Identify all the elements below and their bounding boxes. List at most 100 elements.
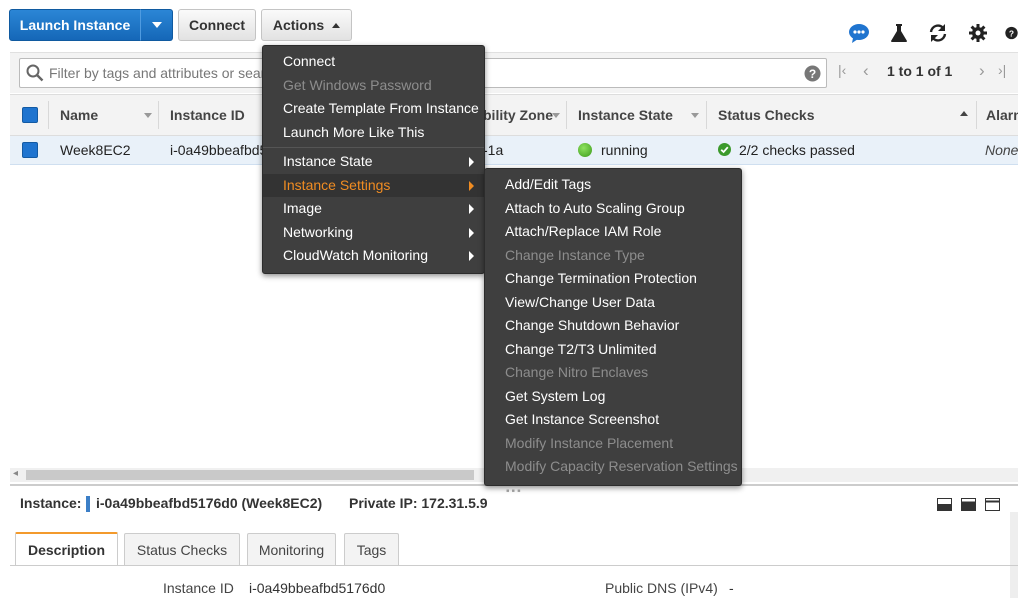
submenu-item-change-instance-type: Change Instance Type	[485, 244, 741, 267]
menu-item-label: Connect	[283, 53, 336, 69]
actions-menu: Connect Get Windows Password Create Temp…	[262, 45, 485, 274]
menu-item-get-windows-password: Get Windows Password	[263, 74, 484, 97]
submenu-item-instance-screenshot[interactable]: Get Instance Screenshot	[485, 408, 741, 431]
cell-alarm: None	[985, 142, 1018, 158]
svg-text:?: ?	[1009, 28, 1014, 38]
tab-label: Status Checks	[136, 541, 228, 558]
column-instance-state[interactable]: Instance State	[578, 107, 673, 123]
row-checkbox[interactable]	[22, 142, 38, 158]
vertical-scrollbar[interactable]	[1010, 512, 1018, 598]
menu-item-instance-state[interactable]: Instance State	[263, 150, 484, 173]
menu-item-label: Launch More Like This	[283, 124, 425, 140]
submenu-item-termination-protection[interactable]: Change Termination Protection	[485, 267, 741, 290]
tab-label: Monitoring	[258, 541, 325, 558]
submenu-item-nitro-enclaves: Change Nitro Enclaves	[485, 361, 741, 384]
column-instance-id[interactable]: Instance ID	[170, 107, 245, 123]
chevron-down-icon	[151, 22, 162, 28]
tab-status-checks[interactable]: Status Checks	[124, 533, 240, 565]
cell-name: Week8EC2	[60, 142, 131, 158]
sort-icon[interactable]	[552, 113, 560, 118]
menu-item-label: Modify Instance Placement	[505, 435, 674, 451]
menu-item-networking[interactable]: Networking	[263, 221, 484, 244]
launch-instance-button[interactable]: Launch Instance	[9, 9, 141, 41]
menu-item-label: Change T2/T3 Unlimited	[505, 341, 657, 357]
menu-divider	[263, 147, 484, 148]
search-icon	[26, 64, 44, 82]
menu-item-label: Get System Log	[505, 388, 606, 404]
column-alarm[interactable]: Alarm	[986, 107, 1018, 123]
tab-underline	[10, 565, 1018, 566]
resize-handle-icon[interactable]: ▪▪▪	[506, 486, 523, 497]
menu-item-label: Change Termination Protection	[505, 270, 697, 286]
menu-item-label: Instance State	[283, 153, 373, 169]
column-status-checks[interactable]: Status Checks	[718, 107, 814, 123]
actions-button[interactable]: Actions	[261, 9, 352, 41]
chevron-right-icon	[469, 157, 474, 167]
help-icon[interactable]: ?	[804, 65, 821, 82]
select-all-checkbox[interactable]	[22, 107, 38, 123]
tab-description[interactable]: Description	[15, 532, 118, 566]
connect-button[interactable]: Connect	[178, 9, 256, 41]
menu-item-label: Attach to Auto Scaling Group	[505, 200, 685, 216]
menu-item-launch-more[interactable]: Launch More Like This	[263, 121, 484, 144]
running-status-icon	[578, 143, 592, 157]
submenu-item-t2-t3-unlimited[interactable]: Change T2/T3 Unlimited	[485, 338, 741, 361]
menu-item-create-template[interactable]: Create Template From Instance	[263, 97, 484, 120]
svg-text:?: ?	[809, 67, 816, 81]
menu-item-image[interactable]: Image	[263, 197, 484, 220]
help-icon[interactable]: ?	[1005, 22, 1018, 44]
layout-bottom-icon[interactable]	[937, 498, 952, 511]
layout-split-icon[interactable]	[961, 498, 976, 511]
instance-label: Instance:	[20, 495, 82, 511]
gear-icon[interactable]	[967, 22, 989, 44]
field-value: i-0a49bbeafbd5176d0	[249, 580, 386, 596]
menu-item-cloudwatch-monitoring[interactable]: CloudWatch Monitoring	[263, 244, 484, 267]
cell-zone: -1a	[483, 142, 504, 158]
menu-item-label: CloudWatch Monitoring	[283, 247, 428, 263]
column-availability-zone[interactable]: bility Zone	[483, 107, 553, 123]
chevron-right-icon	[469, 181, 474, 191]
submenu-item-instance-placement: Modify Instance Placement	[485, 432, 741, 455]
flask-icon[interactable]	[888, 22, 910, 44]
scroll-left-icon[interactable]: ◂	[13, 468, 18, 479]
submenu-item-attach-asg[interactable]: Attach to Auto Scaling Group	[485, 197, 741, 220]
actions-label: Actions	[272, 17, 325, 33]
submenu-item-user-data[interactable]: View/Change User Data	[485, 291, 741, 314]
table-row[interactable]: Week8EC2 i-0a49bbeafbd5 -1a running 2/2 …	[10, 136, 1018, 165]
submenu-item-add-edit-tags[interactable]: Add/Edit Tags	[485, 173, 741, 196]
menu-item-label: Change Shutdown Behavior	[505, 317, 680, 333]
menu-item-connect[interactable]: Connect	[263, 50, 484, 73]
tab-monitoring[interactable]: Monitoring	[247, 533, 336, 565]
pane-layout-icons	[937, 498, 1007, 515]
menu-item-label: Modify Capacity Reservation Settings	[505, 458, 738, 474]
scrollbar-thumb[interactable]	[26, 470, 474, 480]
launch-options-dropdown[interactable]	[140, 9, 173, 41]
sort-asc-icon[interactable]	[960, 111, 968, 116]
menu-item-label: Image	[283, 200, 322, 216]
menu-item-label: Get Instance Screenshot	[505, 411, 660, 427]
tab-label: Description	[27, 542, 105, 558]
menu-item-label: View/Change User Data	[505, 294, 655, 310]
column-name[interactable]: Name	[60, 107, 98, 123]
submenu-item-attach-iam-role[interactable]: Attach/Replace IAM Role	[485, 220, 741, 243]
submenu-item-shutdown-behavior[interactable]: Change Shutdown Behavior	[485, 314, 741, 337]
last-page-icon[interactable]: ›|	[998, 62, 1006, 78]
layout-top-icon[interactable]	[985, 498, 1000, 511]
cell-status-checks: 2/2 checks passed	[739, 142, 855, 158]
sort-icon[interactable]	[144, 113, 152, 118]
connect-label: Connect	[189, 17, 245, 33]
check-circle-icon	[718, 143, 731, 156]
instance-settings-submenu: Add/Edit Tags Attach to Auto Scaling Gro…	[484, 168, 742, 486]
prev-page-icon[interactable]: ‹	[863, 61, 869, 81]
sort-icon[interactable]	[691, 113, 699, 118]
menu-item-label: Instance Settings	[283, 177, 391, 193]
first-page-icon[interactable]: |‹	[838, 62, 846, 78]
refresh-icon[interactable]	[927, 22, 949, 44]
chat-icon[interactable]	[848, 22, 870, 44]
submenu-item-capacity-reservation: Modify Capacity Reservation Settings	[485, 455, 741, 478]
submenu-item-system-log[interactable]: Get System Log	[485, 385, 741, 408]
next-page-icon[interactable]: ›	[979, 61, 985, 81]
menu-item-instance-settings[interactable]: Instance Settings	[263, 174, 484, 197]
tab-tags[interactable]: Tags	[344, 533, 399, 565]
menu-item-label: Add/Edit Tags	[505, 176, 592, 192]
